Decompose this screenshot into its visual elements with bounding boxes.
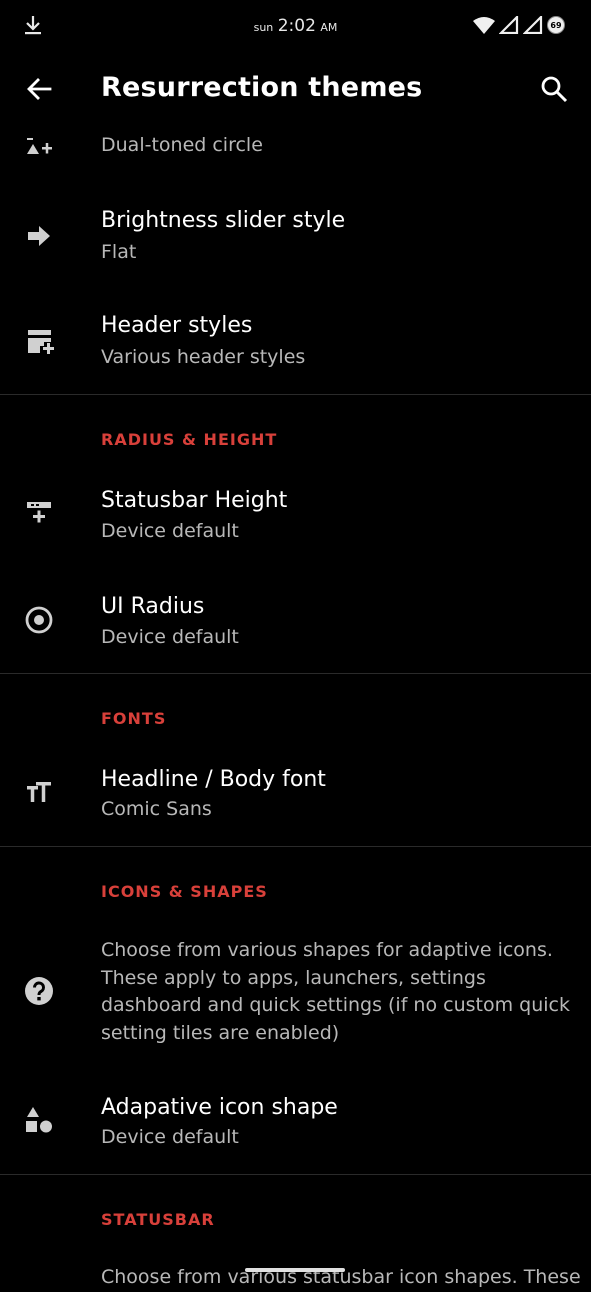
app-bar: Resurrection themes [0, 52, 591, 126]
header-add-icon [28, 330, 54, 354]
text-fields-icon [27, 782, 51, 802]
content: Dual-toned circle Brightness slider styl… [0, 0, 591, 1288]
help-icon [25, 977, 53, 1005]
list-item-partial-subtitle: Dual-toned circle [101, 134, 263, 156]
divider [0, 673, 591, 674]
cell-signal-icon-2 [523, 16, 543, 34]
gesture-nav-handle[interactable] [245, 1268, 345, 1272]
battery-style-icon [27, 138, 52, 154]
list-item-adaptive-icon-shape[interactable]: Adapative icon shape Device default [0, 1075, 591, 1171]
list-item-title: Statusbar Height [101, 488, 288, 513]
list-item-ui-radius[interactable]: UI Radius Device default [0, 574, 591, 670]
category-shapes-icon [26, 1107, 52, 1133]
list-item-brightness-slider-style[interactable]: Brightness slider style Flat [0, 190, 591, 286]
cell-signal-icon [499, 16, 519, 34]
clock-ampm: AM [320, 21, 338, 34]
list-item-subtitle: Various header styles [101, 346, 306, 368]
divider [0, 394, 591, 395]
wifi-icon [473, 17, 495, 34]
list-item-subtitle: Device default [101, 626, 239, 648]
list-item-subtitle: Device default [101, 1126, 239, 1148]
section-header-fonts: FONTS [101, 709, 167, 728]
divider [0, 1174, 591, 1175]
list-item-title: Adapative icon shape [101, 1095, 338, 1120]
section-header-statusbar: STATUSBAR [101, 1210, 215, 1229]
list-item-headline-body-font[interactable]: Headline / Body font Comic Sans [0, 747, 591, 843]
list-item-title: Headline / Body font [101, 767, 326, 792]
list-item-header-styles[interactable]: Header styles Various header styles [0, 295, 591, 391]
battery-icon: 69 [547, 16, 565, 34]
list-item-statusbar-height[interactable]: Statusbar Height Device default [0, 468, 591, 564]
clock-day: sun [253, 21, 274, 34]
icons-description: Choose from various shapes for adaptive … [101, 939, 570, 1044]
status-bar: sun 2:02 AM 69 [0, 0, 591, 52]
back-arrow-icon[interactable] [24, 74, 54, 104]
radio-button-icon [25, 606, 53, 634]
clock-time: 2:02 [277, 16, 316, 36]
list-item-title: Brightness slider style [101, 208, 346, 233]
status-icons: 69 [473, 14, 565, 36]
section-header-icons-shapes: ICONS & SHAPES [101, 882, 268, 901]
statusbar-height-icon [27, 502, 51, 523]
list-item-subtitle: Flat [101, 241, 137, 263]
list-item-subtitle: Device default [101, 520, 239, 542]
page-title: Resurrection themes [101, 72, 423, 103]
search-icon[interactable] [539, 74, 569, 104]
list-item-title: UI Radius [101, 594, 205, 619]
arrow-forward-icon [28, 226, 50, 246]
divider [0, 846, 591, 847]
list-item-subtitle: Comic Sans [101, 798, 212, 820]
section-header-radius-height: RADIUS & HEIGHT [101, 430, 278, 449]
list-item-title: Header styles [101, 313, 253, 338]
